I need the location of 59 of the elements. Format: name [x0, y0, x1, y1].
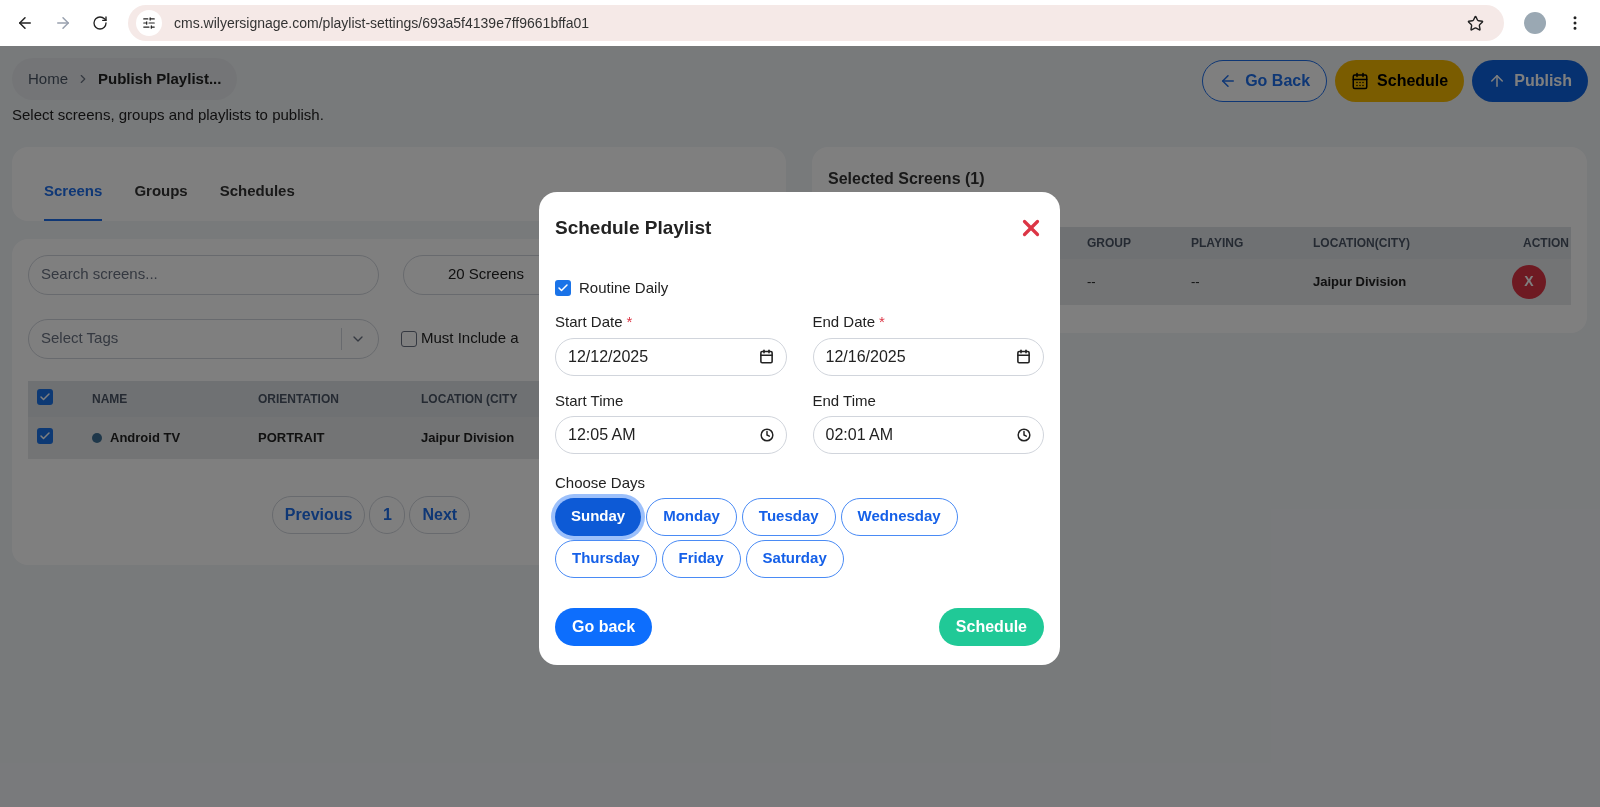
day-toggle[interactable]: Monday: [646, 497, 737, 536]
back-icon[interactable]: [16, 14, 34, 32]
calendar-icon: [1351, 72, 1370, 90]
column-header: ORIENTATION: [258, 390, 340, 408]
checkbox[interactable]: [37, 427, 53, 444]
go-back-button[interactable]: Go back: [555, 607, 653, 646]
page-description: Select screens, groups and playlists to publish.: [12, 105, 325, 125]
bookmark-star-icon[interactable]: [1467, 14, 1484, 32]
day-toggle[interactable]: Thursday: [555, 539, 657, 578]
checkmark-icon: [39, 429, 51, 442]
calendar-icon[interactable]: [1016, 349, 1031, 364]
day-toggle[interactable]: Wednesday: [840, 497, 958, 536]
required-mark: *: [626, 312, 633, 332]
column-header: NAME: [92, 390, 129, 408]
checkbox-label: Must Include a: [421, 328, 519, 349]
breadcrumb-item: Publish Playlist...: [98, 68, 222, 89]
column-header: LOCATION(CITY): [1313, 234, 1412, 252]
action-button[interactable]: Publish: [1472, 60, 1588, 102]
section-label: Choose Days: [555, 473, 647, 493]
checkbox[interactable]: [555, 279, 571, 296]
reload-icon[interactable]: [92, 15, 108, 31]
column-header: PLAYING: [1191, 234, 1245, 252]
day-toggle[interactable]: Friday: [661, 539, 741, 578]
address-bar[interactable]: cms.wilyersignage.com/playlist-settings/693a5f4139e7ff9661bffa01: [128, 5, 1504, 41]
field-label: Start Date: [555, 312, 623, 332]
action-button[interactable]: Schedule: [1335, 60, 1465, 102]
tab[interactable]: Screens: [44, 180, 103, 221]
site-info-icon[interactable]: [136, 10, 162, 36]
card-title: Selected Screens (1): [828, 168, 986, 189]
action-button[interactable]: Go Back: [1202, 60, 1328, 102]
table-cell-text: Jaipur Division: [1313, 272, 1408, 291]
remove-button[interactable]: X: [1512, 264, 1546, 299]
field-label: End Time: [812, 390, 876, 411]
column-header: LOCATION (CITY: [421, 390, 518, 408]
url-text: cms.wilyersignage.com/playlist-settings/693a5f4139e7ff9661bffa01: [174, 13, 590, 33]
clock-icon[interactable]: [759, 428, 774, 442]
checkmark-icon: [557, 281, 569, 294]
checkbox[interactable]: [37, 389, 53, 405]
table-cell-text: --: [1087, 272, 1097, 291]
checkmark-icon: [39, 391, 51, 403]
clock-icon[interactable]: [1017, 428, 1031, 442]
breadcrumb-item[interactable]: Home: [28, 67, 68, 91]
tab[interactable]: Groups: [134, 180, 188, 221]
calendar-icon[interactable]: [758, 349, 774, 364]
field-label: End Date: [812, 312, 876, 332]
tab[interactable]: Schedules: [219, 180, 295, 221]
checkbox[interactable]: [401, 330, 417, 347]
table-cell-text: Android TV: [110, 428, 181, 447]
dialog-title: Schedule Playlist: [555, 216, 712, 240]
table-cell-text: Jaipur Division: [421, 428, 515, 447]
required-mark: *: [879, 312, 885, 332]
column-header: ACTION: [1522, 234, 1569, 252]
day-toggle[interactable]: Saturday: [745, 539, 844, 578]
field-label: Start Time: [555, 390, 624, 411]
column-header: GROUP: [1087, 234, 1132, 252]
table-cell-text: PORTRAIT: [258, 428, 326, 447]
table-cell-text: --: [1191, 272, 1201, 291]
day-toggle[interactable]: Tuesday: [741, 497, 836, 536]
forward-icon[interactable]: [54, 14, 72, 32]
